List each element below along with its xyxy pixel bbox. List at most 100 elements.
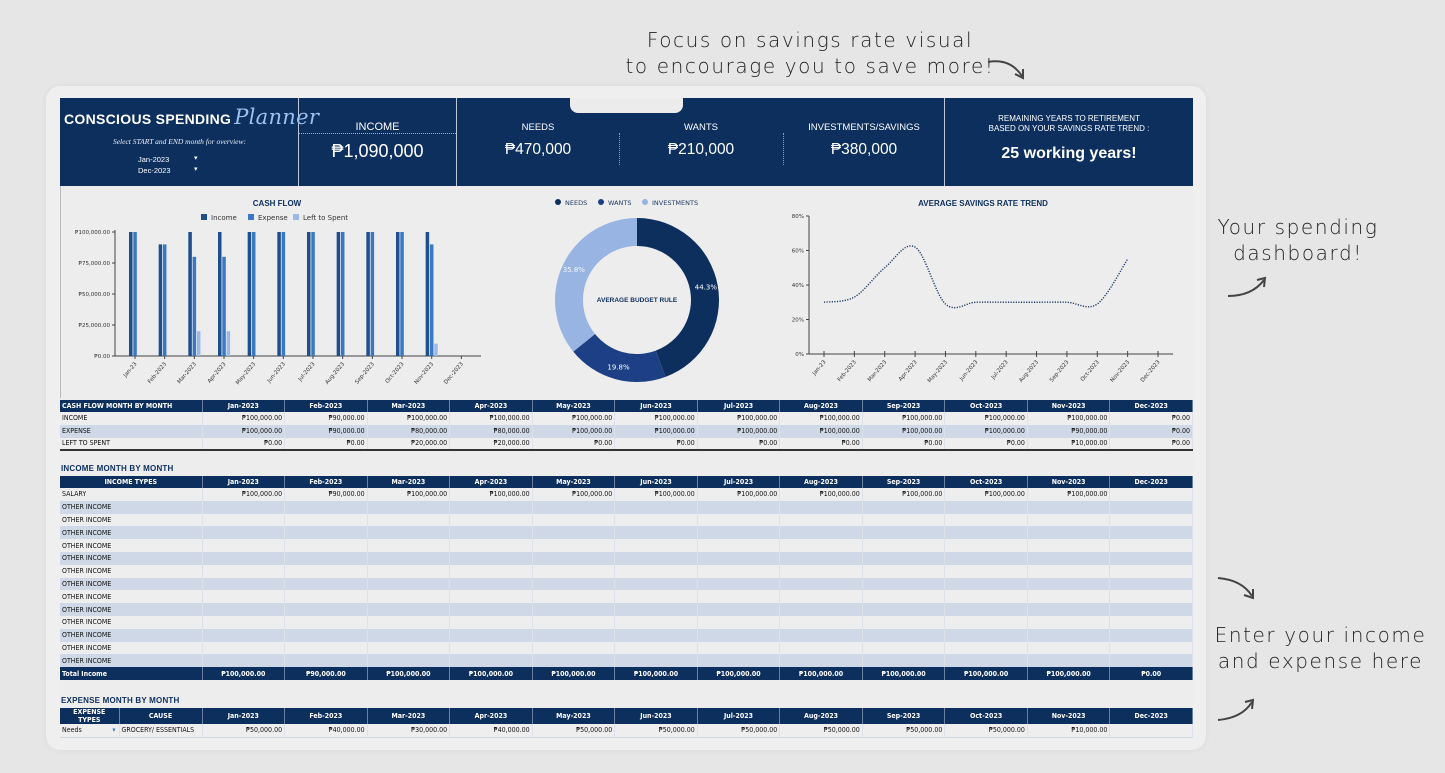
income-cell-input[interactable]: ₱100,000.00 <box>202 488 286 501</box>
income-cell-input[interactable] <box>202 539 286 552</box>
income-cell-input[interactable] <box>862 551 946 565</box>
expense-cause[interactable]: GROCERY/ ESSENTIALS <box>119 724 203 737</box>
income-cell-input[interactable]: ₱90,000.00 <box>284 488 368 501</box>
income-cell-input[interactable] <box>944 641 1028 655</box>
income-cell-input[interactable] <box>614 539 698 552</box>
income-cell-input[interactable] <box>449 590 533 604</box>
income-cell-input[interactable] <box>1109 654 1193 668</box>
income-cell-input[interactable] <box>449 628 533 642</box>
income-cell-input[interactable] <box>449 513 533 527</box>
income-cell-input[interactable] <box>944 603 1028 616</box>
income-cell-input[interactable] <box>697 628 781 642</box>
income-cell-input[interactable] <box>449 641 533 655</box>
income-cell-input[interactable] <box>532 564 616 578</box>
income-cell-input[interactable] <box>284 615 368 629</box>
income-cell-input[interactable] <box>367 526 451 540</box>
income-cell-input[interactable] <box>1109 539 1193 552</box>
income-cell-input[interactable] <box>862 526 946 540</box>
income-cell-input[interactable] <box>697 603 781 616</box>
income-cell-input[interactable] <box>532 577 616 591</box>
expense-cell-input[interactable]: ₱50,000.00 <box>697 724 781 737</box>
income-cell-input[interactable] <box>449 577 533 591</box>
income-cell-input[interactable] <box>944 539 1028 552</box>
income-cell-input[interactable] <box>1109 641 1193 655</box>
income-cell-input[interactable] <box>1109 551 1193 565</box>
income-cell-input[interactable] <box>367 590 451 604</box>
income-cell-input[interactable]: ₱100,000.00 <box>697 488 781 501</box>
income-cell-input[interactable]: ₱100,000.00 <box>367 488 451 501</box>
income-cell-input[interactable] <box>532 590 616 604</box>
income-cell-input[interactable] <box>1027 628 1111 642</box>
income-cell-input[interactable] <box>697 564 781 578</box>
income-cell-input[interactable] <box>284 654 368 668</box>
income-cell-input[interactable]: ₱100,000.00 <box>779 488 863 501</box>
income-cell-input[interactable] <box>1027 577 1111 591</box>
income-cell-input[interactable] <box>1109 590 1193 604</box>
income-cell-input[interactable] <box>1027 615 1111 629</box>
income-cell-input[interactable] <box>1027 551 1111 565</box>
income-cell-input[interactable] <box>532 615 616 629</box>
income-cell-input[interactable]: ₱100,000.00 <box>944 488 1028 501</box>
income-cell-input[interactable] <box>284 526 368 540</box>
expense-cell-input[interactable] <box>532 736 616 738</box>
income-cell-input[interactable] <box>1109 603 1193 616</box>
expense-cell-input[interactable] <box>119 736 203 738</box>
income-cell-input[interactable] <box>1109 526 1193 540</box>
income-cell-input[interactable] <box>532 513 616 527</box>
income-cell-input[interactable] <box>944 577 1028 591</box>
income-cell-input[interactable] <box>697 641 781 655</box>
income-cell-input[interactable] <box>614 564 698 578</box>
expense-cell-input[interactable] <box>60 736 120 738</box>
income-cell-input[interactable] <box>862 615 946 629</box>
income-cell-input[interactable] <box>779 654 863 668</box>
income-cell-input[interactable] <box>202 577 286 591</box>
income-cell-input[interactable]: ₱100,000.00 <box>614 488 698 501</box>
income-cell-input[interactable] <box>779 513 863 527</box>
income-cell-input[interactable] <box>862 564 946 578</box>
income-cell-input[interactable] <box>862 654 946 668</box>
income-cell-input[interactable] <box>449 551 533 565</box>
income-cell-input[interactable] <box>779 628 863 642</box>
income-cell-input[interactable] <box>614 551 698 565</box>
income-cell-input[interactable] <box>697 590 781 604</box>
income-cell-input[interactable] <box>862 628 946 642</box>
income-cell-input[interactable] <box>862 641 946 655</box>
income-cell-input[interactable] <box>202 526 286 540</box>
income-cell-input[interactable] <box>697 513 781 527</box>
income-cell-input[interactable] <box>1027 500 1111 514</box>
income-cell-input[interactable] <box>367 641 451 655</box>
income-cell-input[interactable] <box>449 500 533 514</box>
income-cell-input[interactable] <box>367 615 451 629</box>
income-cell-input[interactable] <box>779 603 863 616</box>
income-cell-input[interactable] <box>1027 641 1111 655</box>
income-cell-input[interactable] <box>367 577 451 591</box>
income-cell-input[interactable] <box>367 564 451 578</box>
expense-cell-input[interactable]: ₱50,000.00 <box>944 724 1028 737</box>
income-cell-input[interactable] <box>614 654 698 668</box>
income-cell-input[interactable] <box>697 615 781 629</box>
income-cell-input[interactable] <box>284 500 368 514</box>
expense-cell-input[interactable]: ₱40,000.00 <box>284 724 368 737</box>
income-cell-input[interactable] <box>614 577 698 591</box>
income-cell-input[interactable] <box>614 500 698 514</box>
income-cell-input[interactable] <box>284 641 368 655</box>
income-cell-input[interactable] <box>367 654 451 668</box>
income-cell-input[interactable] <box>532 500 616 514</box>
income-cell-input[interactable] <box>202 628 286 642</box>
expense-cell-input[interactable] <box>1109 724 1193 737</box>
income-cell-input[interactable] <box>367 628 451 642</box>
income-cell-input[interactable] <box>202 513 286 527</box>
income-cell-input[interactable] <box>862 603 946 616</box>
expense-cell-input[interactable] <box>862 736 946 738</box>
income-cell-input[interactable] <box>1109 628 1193 642</box>
income-cell-input[interactable] <box>284 628 368 642</box>
expense-cell-input[interactable]: ₱50,000.00 <box>202 724 286 737</box>
expense-cell-input[interactable]: ₱50,000.00 <box>779 724 863 737</box>
income-cell-input[interactable] <box>284 551 368 565</box>
income-cell-input[interactable] <box>697 539 781 552</box>
expense-cell-input[interactable] <box>1109 736 1193 738</box>
income-cell-input[interactable]: ₱100,000.00 <box>532 488 616 501</box>
expense-cell-input[interactable] <box>284 736 368 738</box>
income-cell-input[interactable] <box>202 654 286 668</box>
income-cell-input[interactable]: ₱100,000.00 <box>1027 488 1111 501</box>
